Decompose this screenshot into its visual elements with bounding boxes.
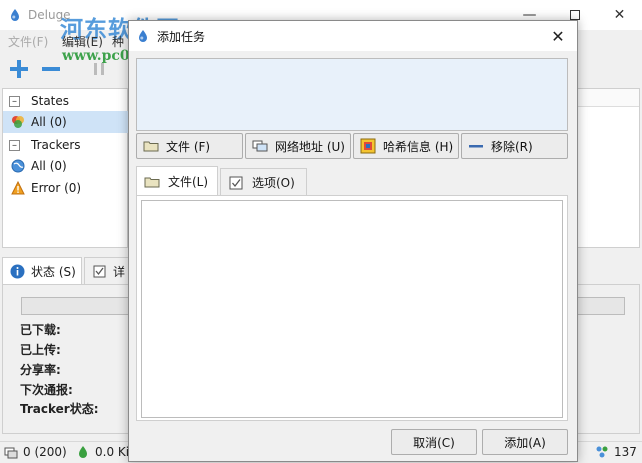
collapse-icon[interactable]: – [9,95,20,107]
collapse-icon[interactable]: – [9,139,20,151]
pause-icon[interactable] [88,58,110,80]
sidebar-item-label: All (0) [31,159,67,173]
globe-icon [11,159,25,173]
sidebar-item-label: Error (0) [31,181,82,195]
tab-options[interactable]: 选项(O) [220,168,307,196]
tab-details-label: 详 [113,265,126,279]
tab-options-label: 选项(O) [252,176,295,190]
connections-status[interactable]: 0 (200) [4,445,67,459]
menu-edit[interactable]: 编辑(E) [62,33,103,50]
torrent-list-box[interactable] [136,58,568,131]
files-panel [136,195,568,421]
network-icon [252,140,268,152]
states-header[interactable]: – States [3,90,129,112]
menu-torrent[interactable]: 种 [112,33,124,50]
download-speed-value: 0.0 Ki [95,445,130,459]
remove-torrent-icon[interactable] [40,58,62,80]
info-icon [10,264,25,279]
folder-icon [144,177,160,187]
remove-button[interactable]: 移除(R) [461,133,568,159]
add-url-button[interactable]: 网络地址 (U) [245,133,351,159]
add-url-label: 网络地址 (U) [275,139,345,154]
cancel-button[interactable]: 取消(C) [391,429,477,455]
tab-files[interactable]: 文件(L) [136,166,218,196]
sidebar-item-label: All (0) [31,115,67,129]
dialog-close-button[interactable]: ✕ [539,21,577,51]
sidebar-item-all-states[interactable]: All (0) [3,111,129,133]
sidebar-item-error-trackers[interactable]: Error (0) [3,177,129,199]
menu-file[interactable]: 文件(F) [8,33,48,50]
close-icon: ✕ [551,26,565,46]
tracker-status-label: Tracker状态: [20,402,99,416]
all-states-icon [12,116,24,128]
maximize-icon [569,10,580,20]
dht-icon [596,446,608,458]
dialog-tabs: 文件(L) 选项(O) [136,166,568,196]
add-torrent-icon[interactable] [8,58,30,80]
close-icon: ✕ [613,7,626,23]
dialog-title: 添加任务 [157,30,206,44]
download-icon [79,446,87,458]
trackers-header-label: Trackers [31,138,81,152]
states-header-label: States [31,94,70,108]
connections-icon [4,447,18,459]
options-icon [229,176,243,189]
sidebar-item-all-trackers[interactable]: All (0) [3,155,129,177]
next-announce-label: 下次通报: [20,383,73,397]
add-file-label: 文件 (F) [166,139,211,154]
deluge-logo-icon [139,30,147,42]
trackers-header[interactable]: – Trackers [3,134,129,156]
uploaded-label: 已上传: [20,343,61,357]
folder-icon [143,141,159,152]
details-icon [93,265,106,278]
add-file-button[interactable]: 文件 (F) [136,133,243,159]
minus-icon [469,145,483,148]
add-button[interactable]: 添加(A) [482,429,568,455]
download-speed-status[interactable]: 0.0 Ki [76,445,129,459]
info-hash-icon [360,138,376,154]
dialog-title-bar: 添加任务 ✕ [129,21,577,51]
add-hash-label: 哈希信息 (H) [383,139,454,154]
downloaded-label: 已下载: [20,323,61,337]
ratio-label: 分享率: [20,363,61,377]
tab-status[interactable]: 状态 (S) [2,257,82,285]
connections-value: 0 (200) [23,445,67,459]
warning-icon [11,181,25,195]
files-list[interactable] [141,200,563,418]
remove-label: 移除(R) [491,139,533,154]
close-button[interactable]: ✕ [597,0,642,30]
sidebar: – States All (0) – Trackers All (0) Erro… [2,88,129,248]
tab-files-label: 文件(L) [168,175,209,189]
tab-status-label: 状态 (S) [31,265,76,279]
add-hash-button[interactable]: 哈希信息 (H) [353,133,459,159]
add-torrents-dialog: 添加任务 ✕ 文件 (F) 网络地址 (U) 哈希信息 (H) 移除(R) 文件… [128,20,578,462]
dht-status[interactable]: 137 [595,445,637,459]
dht-nodes-value: 137 [614,445,637,459]
deluge-logo-icon [11,9,19,21]
